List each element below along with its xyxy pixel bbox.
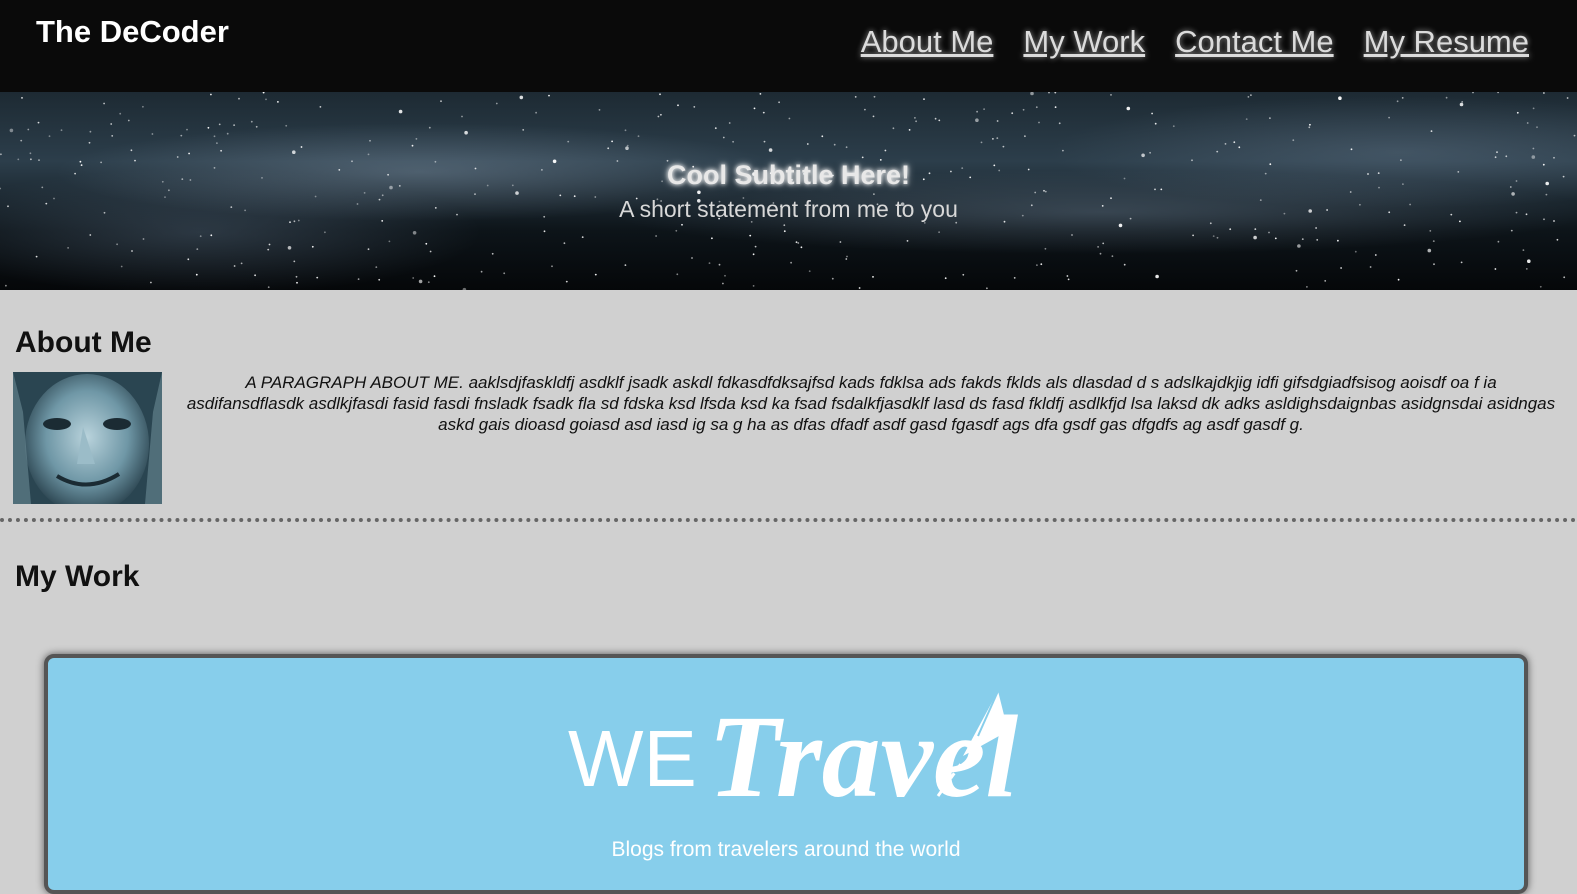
work-heading: My Work <box>15 560 140 593</box>
nav-link-about-me[interactable]: About Me <box>861 24 994 60</box>
logo-text-we: WE <box>568 714 697 803</box>
nav-link-my-resume[interactable]: My Resume <box>1364 24 1529 60</box>
main-nav: About Me My Work Contact Me My Resume <box>861 24 1529 60</box>
nav-link-my-work[interactable]: My Work <box>1023 24 1145 60</box>
site-brand[interactable]: The DeCoder <box>36 14 229 50</box>
starfield-background <box>0 92 1576 290</box>
hero-banner: Cool Subtitle Here! A short statement fr… <box>0 92 1577 290</box>
about-heading: About Me <box>15 326 152 359</box>
section-divider <box>0 518 1577 522</box>
about-paragraph: A PARAGRAPH ABOUT ME. aaklsdjfaskldfj as… <box>186 373 1556 434</box>
avatar <box>13 372 162 504</box>
project-card-wetravel[interactable]: WE Travel Blogs from travelers around th… <box>44 654 1528 894</box>
logo-text-travel: Travel <box>708 691 1018 816</box>
nav-link-contact-me[interactable]: Contact Me <box>1175 24 1334 60</box>
site-header: The DeCoder About Me My Work Contact Me … <box>0 0 1577 92</box>
hero-title: Cool Subtitle Here! <box>666 160 910 190</box>
card-caption: Blogs from travelers around the world <box>611 838 961 861</box>
hero-subtitle: A short statement from me to you <box>619 196 958 222</box>
wetravel-logo: WE Travel <box>568 686 1058 822</box>
